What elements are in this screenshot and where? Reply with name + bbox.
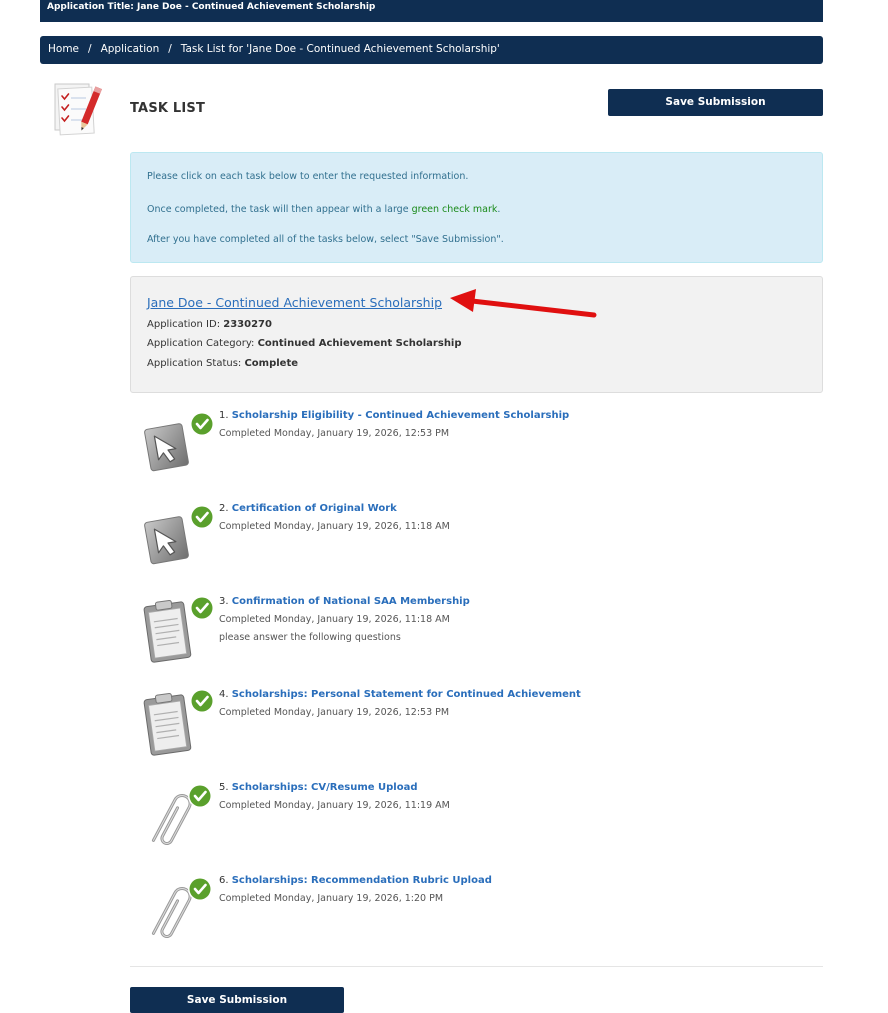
task-item[interactable]: 5. Scholarships: CV/Resume Upload Comple…: [140, 782, 820, 852]
task-status: Completed Monday, January 19, 2026, 1:20…: [219, 893, 444, 904]
task-title: 2. Certification of Original Work: [219, 503, 397, 514]
paperclip-icon: [151, 875, 214, 938]
task-title: 4. Scholarships: Personal Statement for …: [219, 689, 581, 700]
task-title: 3. Confirmation of National SAA Membersh…: [219, 596, 470, 607]
instruction-line-1: Please click on each task below to enter…: [147, 171, 469, 182]
instructions-panel: Please click on each task below to enter…: [130, 152, 823, 263]
breadcrumb-separator: /: [88, 43, 92, 55]
task-link[interactable]: Certification of Original Work: [232, 503, 397, 514]
instruction-line-3: After you have completed all of the task…: [147, 234, 504, 245]
task-title: 1. Scholarship Eligibility - Continued A…: [219, 410, 570, 421]
application-title-text: Application Title: Jane Doe - Continued …: [47, 2, 376, 12]
breadcrumb-home[interactable]: Home: [48, 43, 79, 55]
task-link[interactable]: Scholarships: Personal Statement for Con…: [232, 689, 581, 700]
clipboard-icon: [143, 689, 216, 756]
breadcrumb: Home / Application / Task List for 'Jane Doe…: [40, 36, 823, 64]
task-item[interactable]: 2. Certification of Original Work Comple…: [140, 503, 820, 573]
task-link[interactable]: Confirmation of National SAA Membership: [232, 596, 470, 607]
task-status: Completed Monday, January 19, 2026, 12:5…: [219, 707, 450, 718]
save-submission-button-top[interactable]: Save Submission: [608, 89, 823, 116]
task-title: 5. Scholarships: CV/Resume Upload: [219, 782, 418, 793]
task-link[interactable]: Scholarships: Recommendation Rubric Uplo…: [232, 875, 492, 886]
cursor-icon: [144, 410, 216, 472]
page-title: TASK LIST: [130, 101, 206, 116]
green-check-mark-text: green check mark: [411, 204, 498, 215]
application-category: Application Category: Continued Achievem…: [147, 338, 462, 349]
task-item[interactable]: 1. Scholarship Eligibility - Continued A…: [140, 410, 820, 480]
application-status: Application Status: Complete: [147, 358, 299, 369]
application-id: Application ID: 2330270: [147, 319, 272, 330]
task-note: please answer the following questions: [219, 632, 401, 643]
task-status: Completed Monday, January 19, 2026, 11:1…: [219, 521, 450, 532]
task-link[interactable]: Scholarship Eligibility - Continued Achi…: [232, 410, 569, 421]
clipboard-icon: [143, 596, 216, 663]
task-list-notepad-icon: [54, 83, 102, 136]
cursor-icon: [144, 503, 216, 565]
task-status: Completed Monday, January 19, 2026, 11:1…: [219, 800, 450, 811]
application-title-bar: Application Title: Jane Doe - Continued …: [40, 0, 823, 22]
divider: [130, 966, 823, 967]
breadcrumb-separator: /: [168, 43, 172, 55]
task-title: 6. Scholarships: Recommendation Rubric U…: [219, 875, 492, 886]
save-submission-button-bottom[interactable]: Save Submission: [130, 987, 344, 1013]
application-title-link[interactable]: Jane Doe - Continued Achievement Scholar…: [147, 295, 442, 310]
task-status: Completed Monday, January 19, 2026, 12:5…: [219, 428, 450, 439]
task-status: Completed Monday, January 19, 2026, 11:1…: [219, 614, 450, 625]
red-annotation-arrow-icon: [450, 289, 597, 318]
paperclip-icon: [151, 782, 214, 845]
breadcrumb-application[interactable]: Application: [101, 43, 160, 55]
task-item[interactable]: 6. Scholarships: Recommendation Rubric U…: [140, 875, 820, 945]
task-item[interactable]: 3. Confirmation of National SAA Membersh…: [140, 596, 820, 666]
instruction-line-2: Once completed, the task will then appea…: [147, 204, 501, 215]
breadcrumb-current: Task List for 'Jane Doe - Continued Achi…: [180, 43, 500, 55]
task-link[interactable]: Scholarships: CV/Resume Upload: [232, 782, 418, 793]
task-item[interactable]: 4. Scholarships: Personal Statement for …: [140, 689, 820, 759]
